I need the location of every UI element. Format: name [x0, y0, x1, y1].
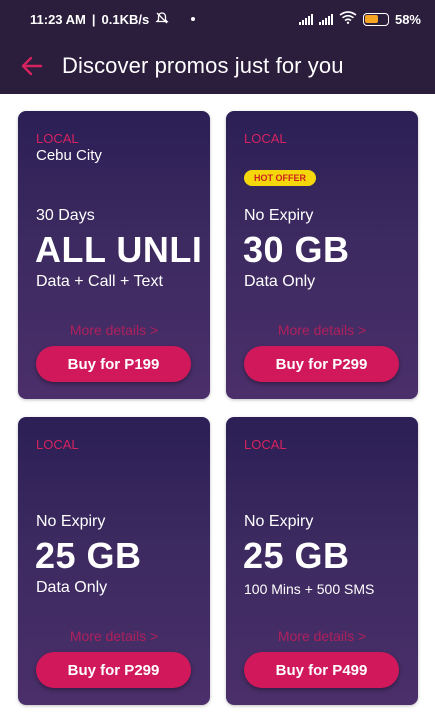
page-title: Discover promos just for you — [62, 53, 344, 78]
status-time: 11:23 AM — [30, 11, 86, 27]
promo-headline: 25 GB — [35, 535, 142, 576]
promo-validity: No Expiry — [244, 513, 314, 530]
battery-percent: 58% — [394, 11, 421, 27]
buy-button[interactable]: Buy for P299 — [36, 652, 191, 688]
promo-description: Data + Call + Text — [36, 273, 163, 290]
more-details-link[interactable]: More details > — [226, 628, 418, 644]
status-bar: 11:23 AM | 0.1KB/s 58% — [0, 0, 435, 38]
promo-headline: 30 GB — [243, 229, 350, 270]
network-speed: 0.1KB/s — [101, 11, 150, 27]
promo-description: 100 Mins + 500 SMS — [244, 581, 375, 597]
promo-city: Cebu City — [36, 147, 102, 164]
status-separator: | — [91, 11, 96, 27]
promo-validity: No Expiry — [244, 207, 314, 224]
more-details-link[interactable]: More details > — [18, 628, 210, 644]
promo-tag: LOCAL — [36, 437, 79, 452]
battery-icon — [362, 12, 389, 26]
signal-icon — [318, 13, 333, 25]
promo-description: Data Only — [244, 273, 316, 290]
promo-card[interactable]: LOCAL HOT OFFER No Expiry 30 GB Data Onl… — [226, 111, 418, 399]
promo-card[interactable]: LOCAL No Expiry 25 GB 100 Mins + 500 SMS… — [226, 417, 418, 705]
promo-card[interactable]: LOCAL No Expiry 25 GB Data Only More det… — [18, 417, 210, 705]
signal-icon — [298, 13, 313, 25]
promo-card[interactable]: LOCAL Cebu City 30 Days ALL UNLI Data + … — [18, 111, 210, 399]
status-right: 58% — [298, 11, 421, 27]
mute-alarm-icon — [155, 11, 169, 28]
buy-button[interactable]: Buy for P199 — [36, 346, 191, 382]
buy-button[interactable]: Buy for P299 — [244, 346, 399, 382]
promo-grid: LOCAL Cebu City 30 Days ALL UNLI Data + … — [0, 94, 435, 720]
notification-dot-icon — [191, 17, 196, 21]
promo-tag: LOCAL — [36, 131, 79, 146]
battery-level — [365, 15, 378, 23]
promo-description: Data Only — [36, 579, 108, 596]
promo-headline: ALL UNLI — [35, 229, 203, 270]
wifi-icon — [339, 11, 357, 27]
promo-tag: LOCAL — [244, 437, 287, 452]
arrow-left-icon[interactable] — [20, 54, 44, 78]
promo-validity: 30 Days — [36, 207, 95, 224]
promo-validity: No Expiry — [36, 513, 106, 530]
more-details-link[interactable]: More details > — [226, 322, 418, 338]
buy-button[interactable]: Buy for P499 — [244, 652, 399, 688]
hot-offer-badge: HOT OFFER — [244, 170, 316, 186]
promo-headline: 25 GB — [243, 535, 350, 576]
promo-tag: LOCAL — [244, 131, 287, 146]
more-details-link[interactable]: More details > — [18, 322, 210, 338]
status-left: 11:23 AM | 0.1KB/s — [30, 11, 299, 28]
app-header: Discover promos just for you — [0, 38, 435, 94]
